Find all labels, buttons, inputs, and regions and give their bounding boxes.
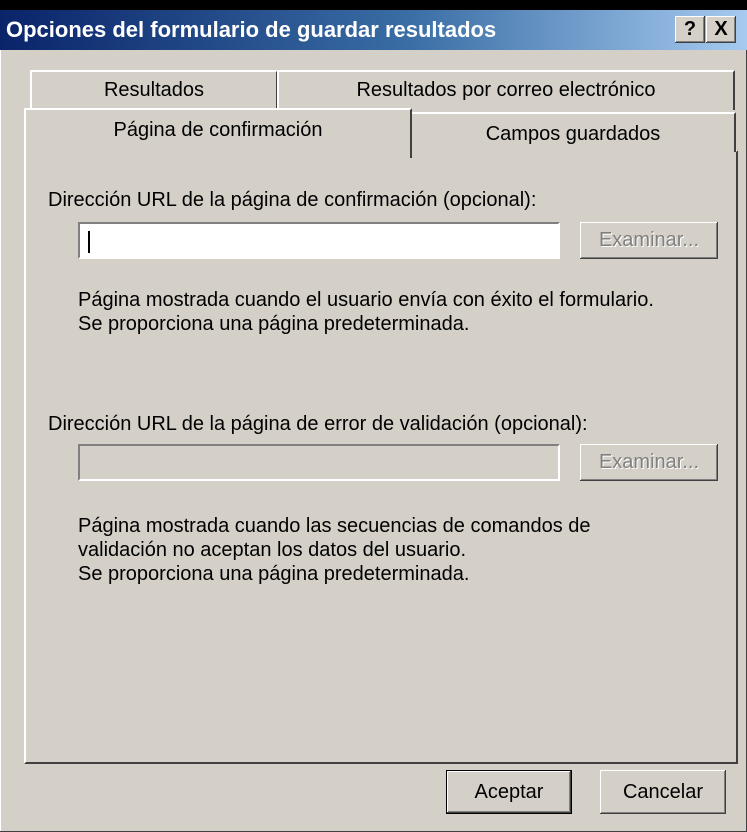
help-icon: ? — [683, 18, 697, 40]
validation-url-label: Dirección URL de la página de error de v… — [48, 413, 588, 435]
browse-label: Examinar... — [598, 229, 700, 251]
close-icon: X — [714, 18, 728, 40]
tab-pagina-confirmacion[interactable]: Página de confirmación — [24, 108, 412, 158]
tab-resultados-correo[interactable]: Resultados por correo electrónico — [277, 70, 735, 110]
tab-label: Resultados — [103, 79, 205, 101]
ok-button[interactable]: Aceptar — [446, 770, 572, 814]
validation-description-line: Página mostrada cuando las secuencias de… — [78, 515, 591, 537]
confirmation-url-label: Dirección URL de la página de confirmaci… — [48, 189, 537, 211]
tab-panel: Dirección URL de la página de confirmaci… — [24, 150, 738, 764]
window-title: Opciones del formulario de guardar resul… — [6, 17, 497, 42]
browse-validation-button[interactable]: Examinar... — [580, 444, 718, 481]
save-results-dialog: Opciones del formulario de guardar resul… — [0, 10, 747, 832]
tab-label: Campos guardados — [485, 123, 661, 145]
browse-confirmation-button[interactable]: Examinar... — [580, 222, 718, 259]
cancel-button[interactable]: Cancelar — [600, 770, 726, 814]
tab-label: Página de confirmación — [113, 119, 323, 141]
text-caret — [88, 231, 90, 253]
tab-campos-guardados[interactable]: Campos guardados — [410, 112, 736, 152]
validation-description: Página mostrada cuando las secuencias de… — [78, 514, 591, 586]
browse-label: Examinar... — [598, 451, 700, 473]
confirmation-description: Página mostrada cuando el usuario envía … — [78, 288, 654, 336]
validation-description-line: Se proporciona una página predeterminada… — [78, 563, 470, 585]
tab-resultados[interactable]: Resultados — [30, 70, 278, 110]
ok-label: Aceptar — [474, 781, 544, 803]
cancel-label: Cancelar — [622, 781, 704, 803]
validation-url-input[interactable] — [78, 444, 560, 481]
confirmation-url-input[interactable] — [78, 222, 560, 259]
confirmation-description-line: Se proporciona una página predeterminada… — [78, 313, 470, 335]
close-button[interactable]: X — [706, 16, 736, 43]
tab-label: Resultados por correo electrónico — [356, 79, 656, 101]
confirmation-description-line: Página mostrada cuando el usuario envía … — [78, 289, 654, 311]
help-button[interactable]: ? — [675, 16, 705, 43]
title-bar[interactable]: Opciones del formulario de guardar resul… — [0, 10, 747, 50]
validation-description-line: validación no aceptan los datos del usua… — [78, 539, 467, 561]
